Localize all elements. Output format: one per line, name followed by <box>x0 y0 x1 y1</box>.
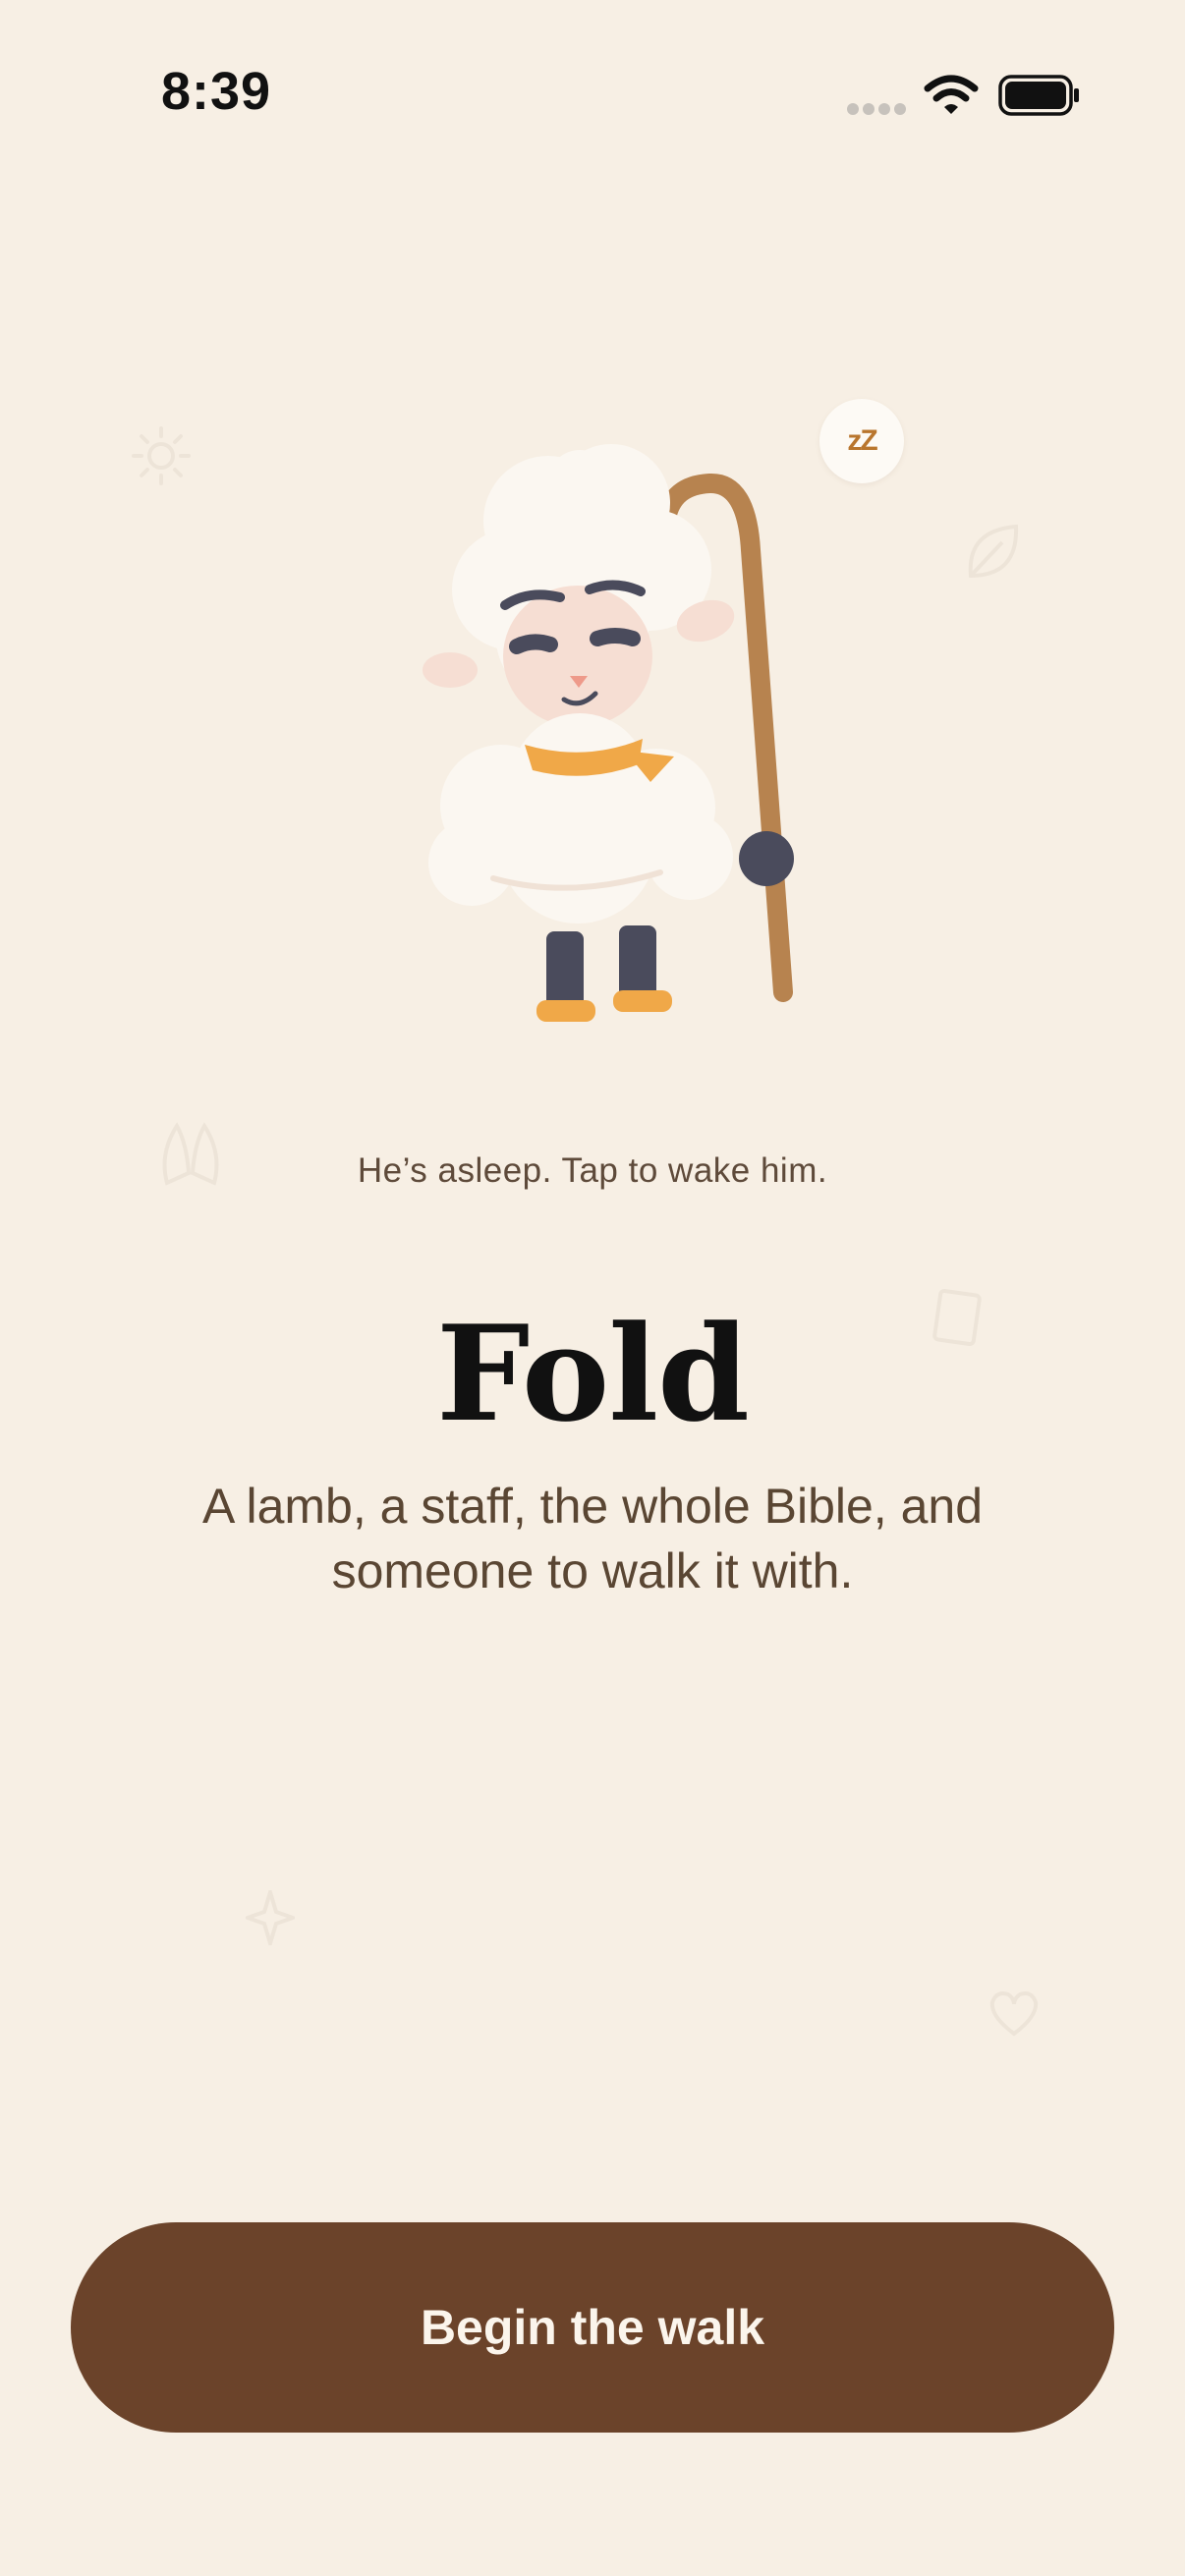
app-tagline: A lamb, a staff, the whole Bible, and so… <box>201 1479 984 1598</box>
sleep-badge: zZ <box>819 399 904 483</box>
heart-doodle-icon <box>989 1991 1039 2037</box>
sun-doodle-icon <box>132 426 191 485</box>
begin-walk-button[interactable]: Begin the walk <box>71 2222 1114 2433</box>
welcome-screen: 8:39 zZ He’s asleep. Tap to wake him. Fo… <box>0 0 1185 2576</box>
status-time: 8:39 <box>161 62 272 121</box>
leaf-doodle-icon <box>968 524 1019 579</box>
wake-hint-text: He’s asleep. Tap to wake him. <box>357 1151 828 1190</box>
app-title: Fold <box>436 1296 750 1451</box>
begin-walk-button-label: Begin the walk <box>420 2300 765 2355</box>
status-bar: 8:39 <box>0 0 1185 187</box>
lamb-mascot-icon[interactable] <box>393 393 825 1041</box>
sleep-badge-text: zZ <box>847 424 877 457</box>
wifi-icon <box>924 75 979 114</box>
battery-icon <box>998 75 1079 116</box>
sparkle-doodle-icon <box>246 1890 295 1945</box>
cellular-signal-icon <box>847 103 906 115</box>
